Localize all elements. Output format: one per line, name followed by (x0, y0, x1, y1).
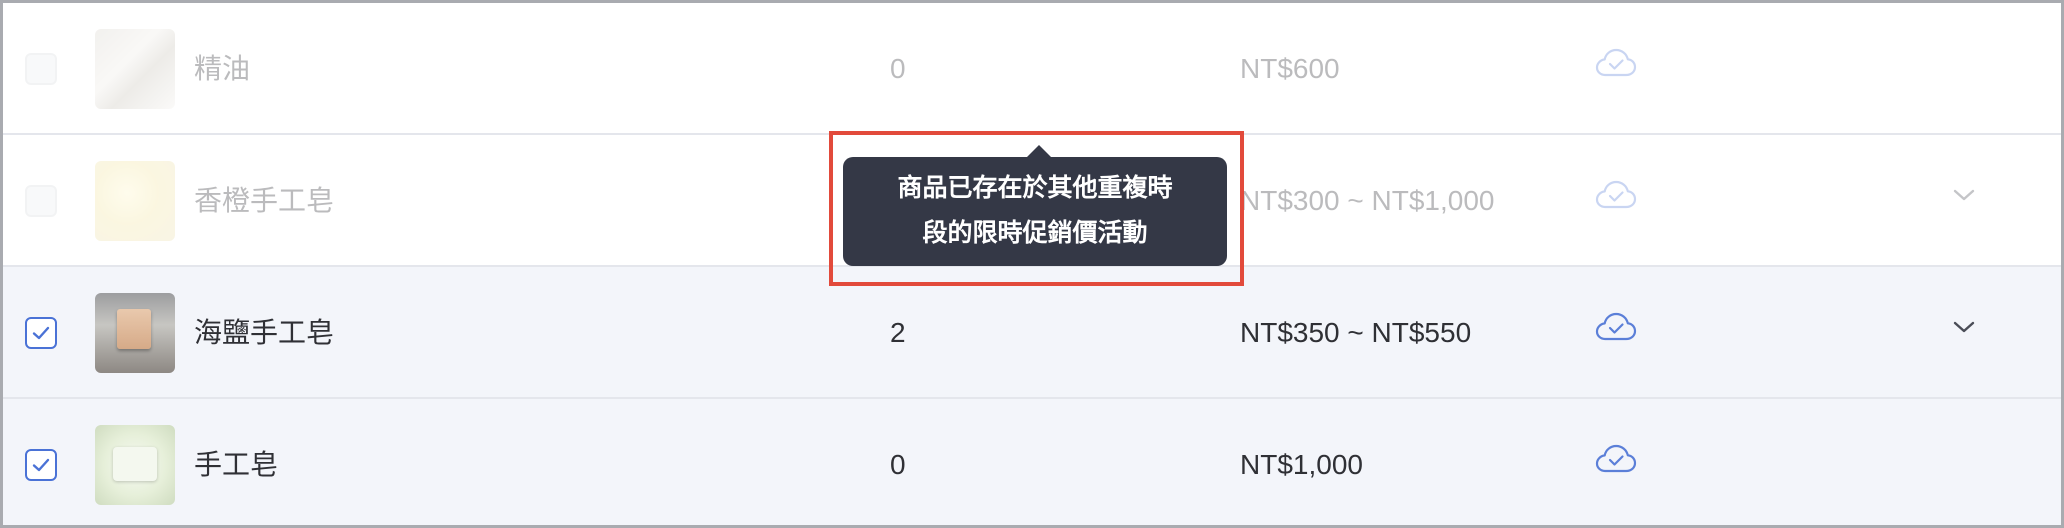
sea-salt-soap-thumbnail (95, 293, 175, 373)
chevron-down-icon[interactable] (1951, 185, 1977, 205)
soap-block (117, 309, 151, 349)
cloud-check-icon (1595, 48, 1637, 77)
row-content: 手工皂 0 NT$1,000 (3, 399, 2061, 525)
product-quantity: 0 (890, 449, 906, 480)
product-price: NT$300 ~ NT$1,000 (1240, 185, 1495, 216)
row-content: 精油 0 NT$600 (3, 3, 2061, 133)
handmade-soap-thumbnail (95, 425, 175, 505)
product-price: NT$600 (1240, 53, 1340, 84)
row-content: 海鹽手工皂 2 NT$350 ~ NT$550 (3, 267, 2061, 397)
row-checkbox[interactable] (25, 449, 57, 481)
soap-block (113, 447, 157, 481)
product-quantity: 2 (890, 317, 906, 348)
row-checkbox[interactable] (25, 317, 57, 349)
product-price: NT$350 ~ NT$550 (1240, 317, 1472, 348)
table-row[interactable]: 精油 0 NT$600 (3, 3, 2061, 135)
table-row[interactable]: 海鹽手工皂 2 NT$350 ~ NT$550 (3, 267, 2061, 399)
product-name: 精油 (194, 53, 251, 84)
cloud-check-icon (1595, 312, 1637, 341)
table-row[interactable]: 手工皂 0 NT$1,000 (3, 399, 2061, 525)
row-checkbox[interactable] (25, 185, 57, 217)
product-quantity: 0 (890, 53, 906, 84)
highlight-box (829, 131, 1244, 286)
essential-oil-thumbnail (95, 29, 175, 109)
chevron-down-icon[interactable] (1951, 317, 1977, 337)
orange-soap-thumbnail (95, 161, 175, 241)
product-name: 手工皂 (194, 449, 279, 480)
screenshot-frame: 精油 0 NT$600 香橙手工皂 NT$300 ~ NT$1,000 海鹽手工… (0, 0, 2064, 528)
product-price: NT$1,000 (1240, 449, 1363, 480)
product-name: 海鹽手工皂 (194, 317, 335, 348)
product-name: 香橙手工皂 (194, 185, 335, 216)
cloud-check-icon (1595, 444, 1637, 473)
row-checkbox[interactable] (25, 53, 57, 85)
cloud-check-icon (1595, 180, 1637, 209)
